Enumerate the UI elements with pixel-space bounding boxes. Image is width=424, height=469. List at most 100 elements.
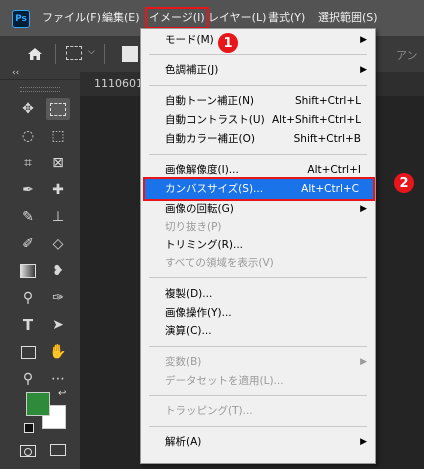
submenu-arrow-icon: ▶	[360, 204, 367, 214]
image-menu-dropdown: モード(M) ▶ 色調補正(J) ▶ 自動トーン補正(N) Shift+Ctrl…	[140, 28, 376, 464]
move-tool-icon[interactable]: ✥	[16, 98, 40, 120]
menu-file[interactable]: ファイル(F)	[42, 9, 101, 27]
path-selection-tool-icon[interactable]: ➤	[46, 314, 70, 336]
rectangle-tool-icon[interactable]	[16, 341, 40, 363]
zoom-tool-icon[interactable]: ⚲	[16, 368, 40, 390]
default-colors-icon[interactable]	[24, 423, 34, 433]
menu-item-adjustments[interactable]: 色調補正(J) ▶	[141, 60, 375, 80]
menu-item-label: 切り抜き(P)	[165, 221, 222, 233]
gradient-tool-icon[interactable]	[16, 260, 40, 282]
menu-edit[interactable]: 編集(E)	[102, 9, 140, 27]
menu-type[interactable]: 書式(Y)	[268, 9, 305, 27]
new-selection-icon[interactable]	[122, 46, 138, 62]
menu-item-label: 画像解像度(I)...	[165, 164, 239, 176]
menu-item-label: トリミング(R)...	[165, 239, 244, 251]
menu-item-label: すべての領域を表示(V)	[165, 257, 274, 269]
menu-item-mode[interactable]: モード(M) ▶	[141, 30, 375, 50]
crop-tool-icon[interactable]: ⌗	[16, 152, 40, 174]
menu-layer[interactable]: レイヤー(L)	[208, 9, 266, 27]
menu-item-auto-contrast[interactable]: 自動コントラスト(U) Alt+Shift+Ctrl+L	[141, 110, 375, 130]
swap-colors-icon[interactable]: ↩	[58, 388, 66, 399]
menu-item-duplicate[interactable]: 複製(D)...	[141, 284, 375, 304]
submenu-arrow-icon: ▶	[360, 437, 367, 447]
rectangular-marquee-tool-icon[interactable]	[46, 98, 70, 120]
step-2-badge: 2	[394, 173, 414, 193]
menu-item-label: 画像の回転(G)	[165, 203, 234, 215]
menu-separator	[149, 395, 367, 396]
menu-item-label: 変数(B)	[165, 356, 202, 368]
menu-item-trim[interactable]: トリミング(R)...	[141, 235, 375, 255]
panel-grip	[20, 87, 60, 92]
menu-item-calculations[interactable]: 演算(C)...	[141, 321, 375, 341]
frame-tool-icon[interactable]: ⊠	[46, 152, 70, 174]
menu-item-label: 自動トーン補正(N)	[165, 95, 255, 107]
collapse-panel-icon[interactable]: ‹‹	[12, 68, 19, 78]
menu-item-analysis[interactable]: 解析(A) ▶	[141, 432, 375, 452]
menu-item-reveal-all: すべての領域を表示(V)	[141, 253, 375, 273]
pen-tool-icon[interactable]: ✑	[46, 287, 70, 309]
menu-item-shortcut: Alt+Shift+Ctrl+L	[271, 114, 361, 126]
menu-item-auto-tone[interactable]: 自動トーン補正(N) Shift+Ctrl+L	[141, 91, 375, 111]
menu-item-label: 解析(A)	[165, 436, 202, 448]
panel-header-divider	[0, 79, 80, 80]
menu-item-shortcut: Shift+Ctrl+B	[293, 133, 361, 145]
tools-panel: ‹‹ ✥ ◌ ⬚ ⌗ ⊠ ✒ ✚ ✎ ⊥ ✐ ◇ ❥ ⚲ ✑ T ➤ ✋ ⚲ ⋯…	[0, 67, 80, 469]
photoshop-logo-icon: Ps	[12, 10, 30, 28]
submenu-arrow-icon: ▶	[360, 357, 367, 367]
home-icon[interactable]	[26, 45, 44, 63]
screen-mode-icon[interactable]	[50, 444, 66, 456]
menu-item-label: 自動コントラスト(U)	[165, 114, 265, 126]
menu-select[interactable]: 選択範囲(S)	[318, 9, 378, 27]
submenu-arrow-icon: ▶	[360, 35, 367, 45]
hand-tool-icon[interactable]: ✋	[46, 341, 70, 363]
menu-separator	[149, 154, 367, 155]
step-1-badge: 1	[218, 33, 238, 53]
menu-item-label: 画像操作(Y)...	[165, 307, 232, 319]
menu-item-trap: トラッピング(T)...	[141, 401, 375, 421]
menu-item-label: 色調補正(J)	[165, 64, 219, 76]
menu-item-apply-data-set: データセットを適用(L)...	[141, 371, 375, 391]
blur-tool-icon[interactable]: ❥	[46, 260, 70, 282]
menu-item-label: 複製(D)...	[165, 288, 213, 300]
clone-stamp-tool-icon[interactable]: ⊥	[46, 206, 70, 228]
menu-item-shortcut: Alt+Ctrl+I	[307, 164, 361, 176]
marquee-tool-preset-icon[interactable]	[66, 46, 82, 60]
menu-separator	[149, 85, 367, 86]
dodge-tool-icon[interactable]: ⚲	[16, 287, 40, 309]
divider	[104, 44, 105, 64]
eraser-tool-icon[interactable]: ◇	[46, 233, 70, 255]
menu-separator	[149, 426, 367, 427]
menu-item-image-rotation[interactable]: 画像の回転(G) ▶	[141, 199, 375, 219]
quick-mask-icon[interactable]	[20, 445, 36, 457]
menu-separator	[149, 346, 367, 347]
menu-item-shortcut: Alt+Ctrl+C	[301, 183, 359, 195]
menu-image[interactable]: イメージ(I)	[147, 9, 207, 27]
history-brush-tool-icon[interactable]: ✐	[16, 233, 40, 255]
type-tool-icon[interactable]: T	[16, 314, 40, 336]
chevron-down-icon[interactable]: ⌵	[88, 47, 95, 57]
eyedropper-tool-icon[interactable]: ✒	[16, 179, 40, 201]
lasso-tool-icon[interactable]: ◌	[16, 125, 40, 147]
menu-item-auto-color[interactable]: 自動カラー補正(O) Shift+Ctrl+B	[141, 129, 375, 149]
spot-healing-brush-tool-icon[interactable]: ✚	[46, 179, 70, 201]
menu-item-crop: 切り抜き(P)	[141, 217, 375, 237]
submenu-arrow-icon: ▶	[360, 65, 367, 75]
menu-item-variables: 変数(B) ▶	[141, 352, 375, 372]
divider	[55, 44, 56, 64]
foreground-color-swatch[interactable]	[26, 392, 50, 416]
options-ghost-text: アン	[396, 49, 418, 62]
menu-item-label: 演算(C)...	[165, 325, 212, 337]
menu-separator	[149, 54, 367, 55]
menu-item-image-size[interactable]: 画像解像度(I)... Alt+Ctrl+I	[141, 160, 375, 180]
menu-item-label: カンバスサイズ(S)...	[165, 183, 264, 195]
menu-item-shortcut: Shift+Ctrl+L	[295, 95, 361, 107]
menu-item-label: モード(M)	[165, 34, 214, 46]
menu-item-canvas-size[interactable]: カンバスサイズ(S)... Alt+Ctrl+C	[145, 179, 373, 199]
menu-item-label: データセットを適用(L)...	[165, 375, 284, 387]
menu-item-apply-image[interactable]: 画像操作(Y)...	[141, 303, 375, 323]
brush-tool-icon[interactable]: ✎	[16, 206, 40, 228]
menu-item-label: 自動カラー補正(O)	[165, 133, 255, 145]
object-selection-tool-icon[interactable]: ⬚	[46, 125, 70, 147]
more-tools-icon[interactable]: ⋯	[46, 368, 70, 390]
menu-item-label: トラッピング(T)...	[165, 405, 253, 417]
